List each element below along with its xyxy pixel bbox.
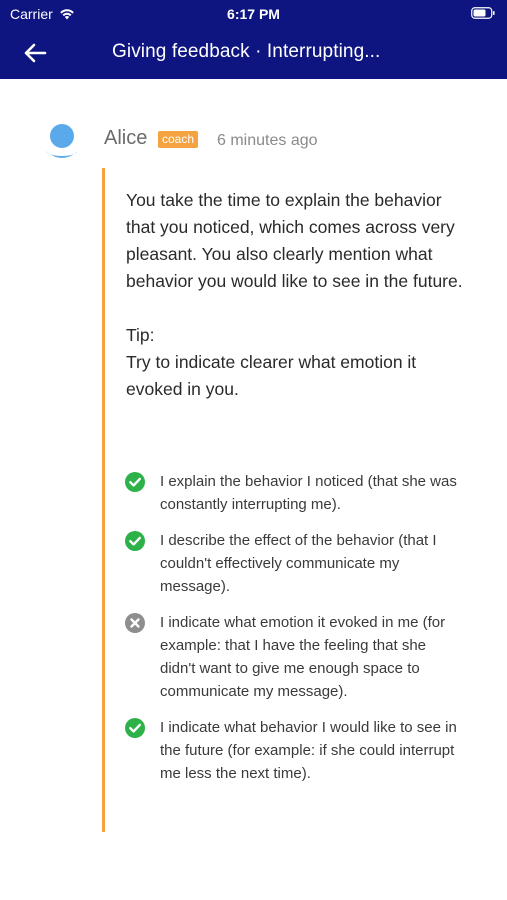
x-circle-icon: [125, 613, 145, 633]
back-button[interactable]: [18, 38, 52, 68]
tip-text: Try to indicate clearer what emotion it …: [126, 352, 417, 399]
checklist-item-text: I explain the behavior I noticed (that s…: [160, 473, 457, 513]
nav-bar: Giving feedback · Interrupting...: [0, 28, 507, 79]
feedback-paragraph: You take the time to explain the behavio…: [126, 190, 463, 291]
check-circle-icon: [125, 472, 145, 492]
checklist-item-text: I indicate what emotion it evoked in me …: [160, 614, 446, 700]
status-time: 6:17 PM: [227, 6, 280, 22]
criteria-checklist: I explain the behavior I noticed (that s…: [124, 470, 464, 798]
page-title: Giving feedback · Interrupting...: [112, 41, 381, 62]
battery-icon: [471, 7, 495, 19]
message-body: You take the time to explain the behavio…: [126, 187, 466, 403]
message-timestamp: 6 minutes ago: [217, 132, 318, 149]
checklist-item-text: I describe the effect of the behavior (t…: [160, 532, 437, 595]
check-circle-icon: [125, 531, 145, 551]
top-bar: Carrier 6:17 PM Giving feedback · Interr…: [0, 0, 507, 79]
author-name: Alice: [104, 127, 148, 149]
checklist-item: I describe the effect of the behavior (t…: [124, 529, 464, 598]
checklist-item: I indicate what emotion it evoked in me …: [124, 611, 464, 703]
tip-label: Tip:: [126, 325, 155, 345]
checklist-item-text: I indicate what behavior I would like to…: [160, 719, 457, 782]
checklist-item: I explain the behavior I noticed (that s…: [124, 470, 464, 516]
message-header: Alice coach 6 minutes ago: [44, 121, 484, 161]
status-bar: Carrier 6:17 PM: [0, 0, 507, 28]
message-accent-rule: [102, 168, 105, 832]
checklist-item: I indicate what behavior I would like to…: [124, 716, 464, 785]
check-circle-icon: [125, 718, 145, 738]
arrow-left-icon: [24, 43, 47, 63]
user-avatar-icon: [46, 124, 78, 158]
role-badge: coach: [158, 131, 199, 148]
